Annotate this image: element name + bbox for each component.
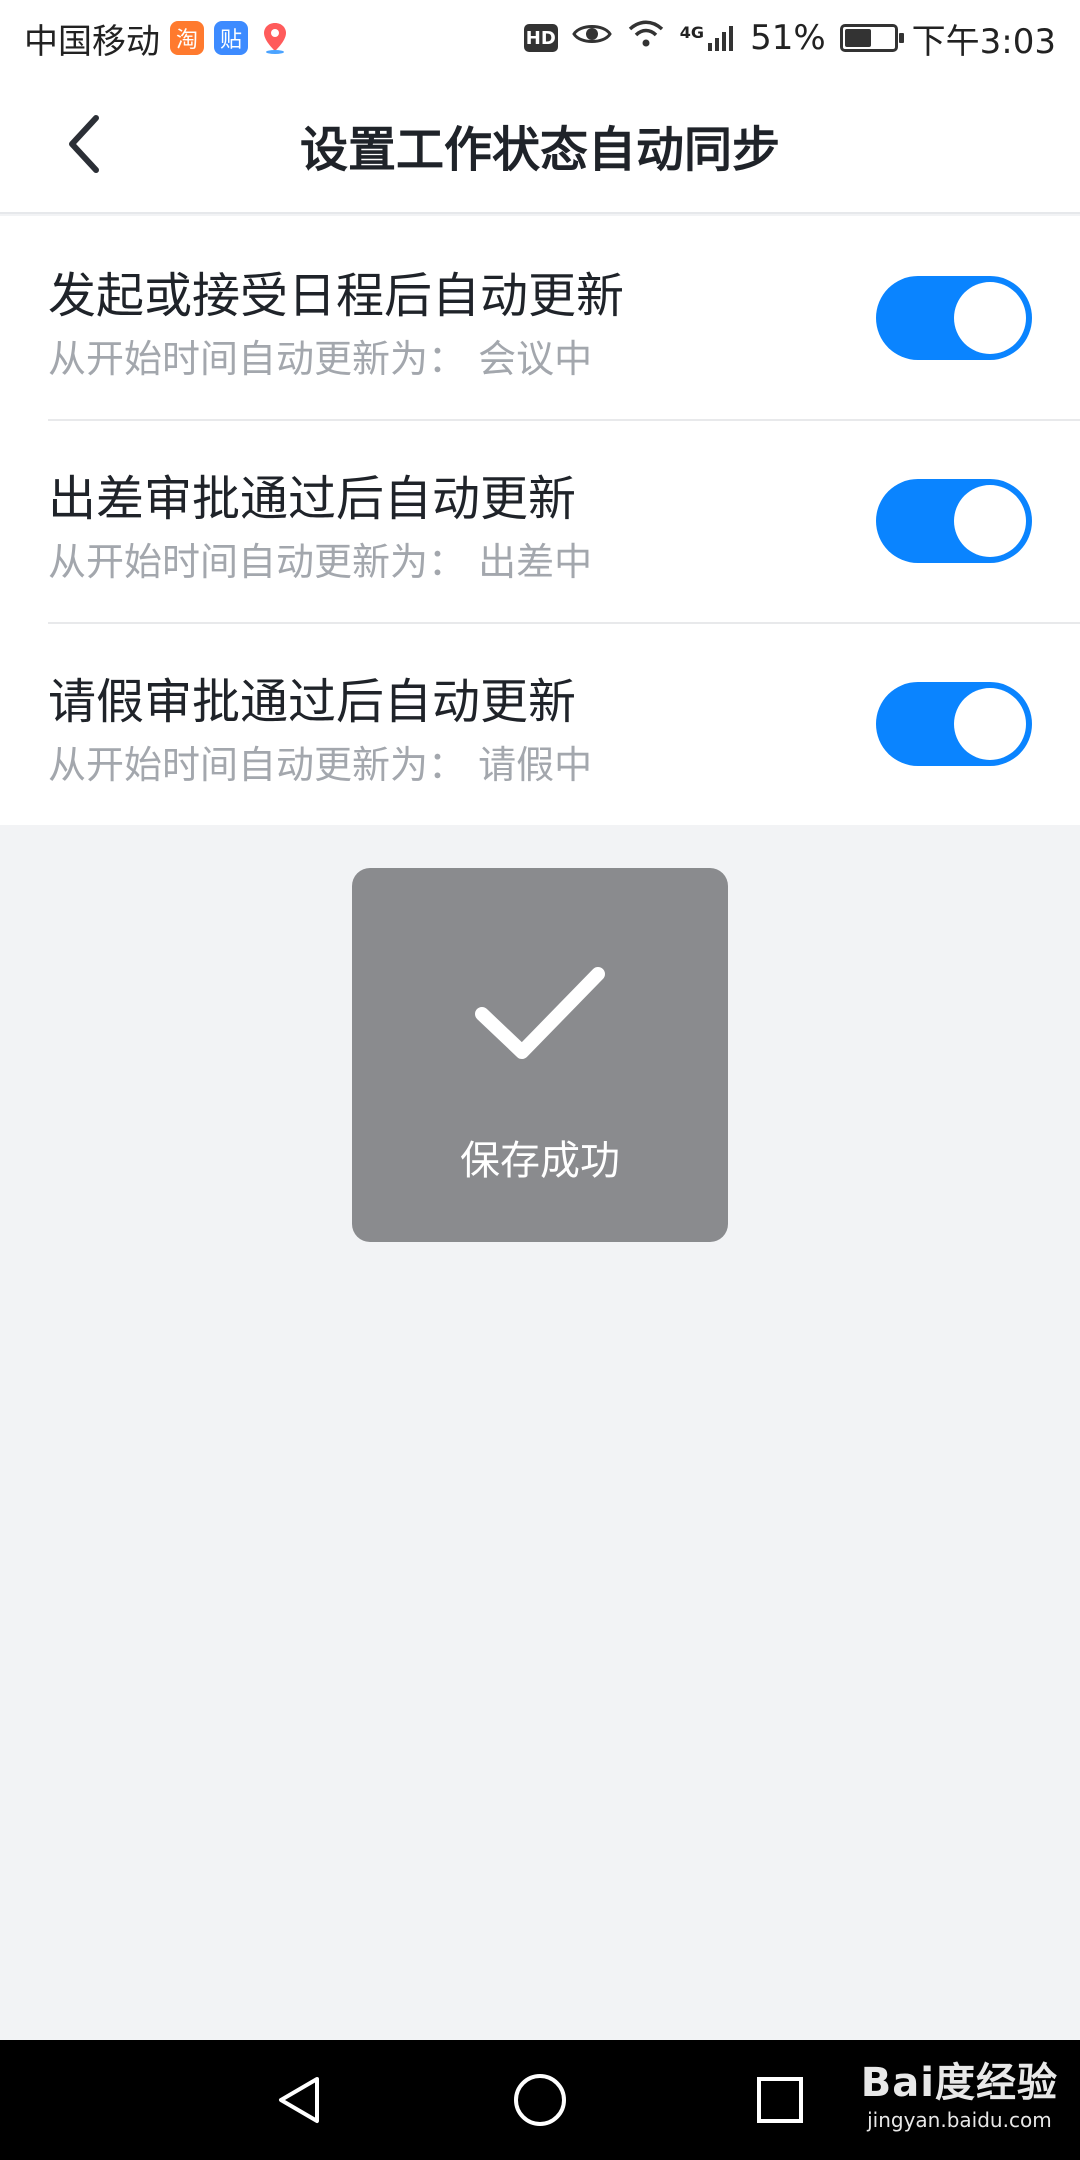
toggle-knob	[954, 282, 1026, 354]
eye-icon	[572, 18, 612, 58]
toggle-schedule-sync[interactable]	[876, 276, 1032, 360]
battery-level	[844, 29, 872, 47]
network-type: 4G	[679, 23, 705, 42]
setting-subtitle: 从开始时间自动更新为： 出差中	[48, 540, 593, 584]
setting-row-business-trip: 出差审批通过后自动更新 从开始时间自动更新为： 出差中	[0, 419, 1080, 622]
chevron-left-icon	[69, 115, 99, 173]
nav-home-button[interactable]	[504, 2064, 576, 2136]
setting-subtitle: 从开始时间自动更新为： 会议中	[48, 337, 593, 381]
setting-row-schedule: 发起或接受日程后自动更新 从开始时间自动更新为： 会议中	[0, 216, 1080, 419]
clock: 下午3:03	[911, 21, 1056, 62]
toggle-knob	[954, 485, 1026, 557]
map-pin-icon	[258, 21, 292, 55]
back-button[interactable]	[44, 104, 124, 184]
toggle-leave-sync[interactable]	[876, 682, 1032, 766]
tieba-icon: 贴	[214, 21, 248, 55]
status-right: HD 4G 51% 下午3:03	[523, 14, 1056, 63]
watermark-url: jingyan.baidu.com	[867, 2108, 1052, 2132]
hd-icon: HD	[523, 24, 558, 52]
toast-message: 保存成功	[460, 1138, 620, 1184]
settings-list: 发起或接受日程后自动更新 从开始时间自动更新为： 会议中 出差审批通过后自动更新…	[0, 216, 1080, 825]
taobao-icon: 淘	[170, 21, 204, 55]
baidu-watermark: Bai度经验 jingyan.baidu.com	[861, 2050, 1058, 2132]
checkmark-icon	[475, 967, 605, 1059]
wifi-icon	[626, 18, 666, 58]
status-left: 中国移动 淘 贴	[24, 14, 292, 63]
carrier-name: 中国移动	[24, 21, 160, 62]
nav-recents-button[interactable]	[744, 2064, 816, 2136]
setting-row-leave: 请假审批通过后自动更新 从开始时间自动更新为： 请假中	[0, 622, 1080, 825]
battery-icon	[839, 24, 904, 52]
setting-title: 出差审批通过后自动更新	[48, 471, 577, 527]
save-success-toast: 保存成功	[352, 868, 728, 1242]
setting-title: 请假审批通过后自动更新	[48, 674, 577, 730]
toggle-business-trip-sync[interactable]	[876, 479, 1032, 563]
back-triangle-icon	[279, 2077, 319, 2123]
signal-icon: 4G	[680, 23, 736, 53]
battery-percent: 51%	[750, 18, 826, 58]
navigation-bar: Bai度经验 jingyan.baidu.com	[0, 2040, 1080, 2160]
watermark-logo: Bai度经验	[860, 2060, 1058, 2106]
setting-title: 发起或接受日程后自动更新	[48, 268, 625, 324]
toggle-knob	[954, 688, 1026, 760]
page-title: 设置工作状态自动同步	[299, 122, 780, 178]
status-bar: 中国移动 淘 贴 HD 4G 51% 下午3:03	[0, 0, 1080, 76]
header: 设置工作状态自动同步	[0, 76, 1080, 214]
nav-back-button[interactable]	[264, 2064, 336, 2136]
setting-subtitle: 从开始时间自动更新为： 请假中	[48, 743, 593, 787]
home-circle-icon	[514, 2074, 566, 2126]
recents-square-icon	[757, 2077, 803, 2123]
